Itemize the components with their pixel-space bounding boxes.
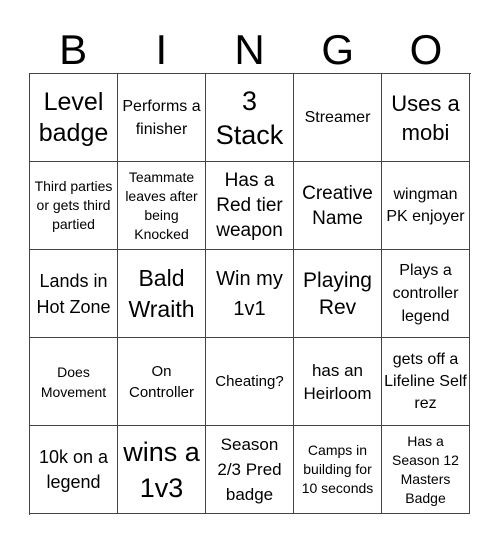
bingo-board: Level badge Performs a finisher 3 Stack …: [29, 73, 471, 515]
bingo-cell[interactable]: Teammate leaves after being Knocked: [118, 162, 206, 250]
bingo-cell[interactable]: has an Heirloom: [294, 338, 382, 426]
bingo-cell[interactable]: Plays a controller legend: [382, 250, 470, 338]
bingo-cell[interactable]: Season 2/3 Pred badge: [206, 426, 294, 514]
bingo-cell[interactable]: Has a Season 12 Masters Badge: [382, 426, 470, 514]
cell-text: Level badge: [38, 87, 109, 147]
cell-text: wingman PK enjoyer: [386, 185, 465, 225]
cell-text: Does Movement: [40, 363, 107, 400]
bingo-cell[interactable]: Performs a finisher: [118, 74, 206, 162]
header-letter-g: G: [321, 26, 355, 73]
header-letter-o: O: [409, 26, 443, 73]
cell-text: Creative Name: [302, 182, 373, 229]
bingo-cell[interactable]: gets off a Lifeline Self rez: [382, 338, 470, 426]
cell-text: has an Heirloom: [303, 360, 372, 403]
header-letter-i: I: [155, 26, 168, 73]
cell-text: 3 Stack: [215, 85, 284, 150]
bingo-cell[interactable]: Third parties or gets third partied: [30, 162, 118, 250]
bingo-cell[interactable]: Has a Red tier weapon: [206, 162, 294, 250]
bingo-cell[interactable]: wingman PK enjoyer: [382, 162, 470, 250]
bingo-cell[interactable]: Level badge: [30, 74, 118, 162]
bingo-cell[interactable]: Bald Wraith: [118, 250, 206, 338]
cell-text: Lands in Hot Zone: [36, 270, 111, 317]
bingo-cell[interactable]: Creative Name: [294, 162, 382, 250]
bingo-cell[interactable]: 10k on a legend: [30, 426, 118, 514]
bingo-cell[interactable]: 3 Stack: [206, 74, 294, 162]
cell-text: Third parties or gets third partied: [34, 178, 113, 232]
bingo-cell[interactable]: Camps in building for 10 seconds: [294, 426, 382, 514]
bingo-cell[interactable]: Uses a mobi: [382, 74, 470, 162]
cell-text: 10k on a legend: [38, 446, 109, 492]
bingo-cell[interactable]: Lands in Hot Zone: [30, 250, 118, 338]
bingo-cell[interactable]: Win my 1v1: [206, 250, 294, 338]
cell-text: Plays a controller legend: [392, 262, 459, 325]
bingo-cell[interactable]: Does Movement: [30, 338, 118, 426]
cell-text: wins a 1v3: [123, 436, 200, 503]
cell-text: Bald Wraith: [128, 264, 195, 322]
bingo-cell[interactable]: Playing Rev: [294, 250, 382, 338]
cell-text: Streamer: [304, 109, 371, 126]
cell-text: Has a Red tier weapon: [216, 170, 283, 241]
cell-text: Cheating?: [215, 373, 284, 390]
cell-text: gets off a Lifeline Self rez: [384, 350, 467, 412]
cell-text: Teammate leaves after being Knocked: [125, 168, 198, 242]
header-letter-b: B: [59, 26, 88, 73]
cell-text: Performs a finisher: [122, 97, 201, 138]
bingo-cell[interactable]: Cheating?: [206, 338, 294, 426]
cell-text: Uses a mobi: [391, 90, 460, 145]
cell-text: Camps in building for 10 seconds: [301, 442, 374, 496]
bingo-cell[interactable]: wins a 1v3: [118, 426, 206, 514]
cell-text: Has a Season 12 Masters Badge: [392, 432, 459, 506]
cell-text: Win my 1v1: [216, 267, 283, 320]
bingo-cell[interactable]: Streamer: [294, 74, 382, 162]
bingo-header: B I N G O: [29, 28, 470, 72]
bingo-cell[interactable]: On Controller: [118, 338, 206, 426]
header-letter-n: N: [234, 26, 265, 73]
cell-text: Playing Rev: [303, 268, 372, 319]
cell-text: On Controller: [128, 362, 195, 401]
cell-text: Season 2/3 Pred badge: [217, 435, 282, 504]
